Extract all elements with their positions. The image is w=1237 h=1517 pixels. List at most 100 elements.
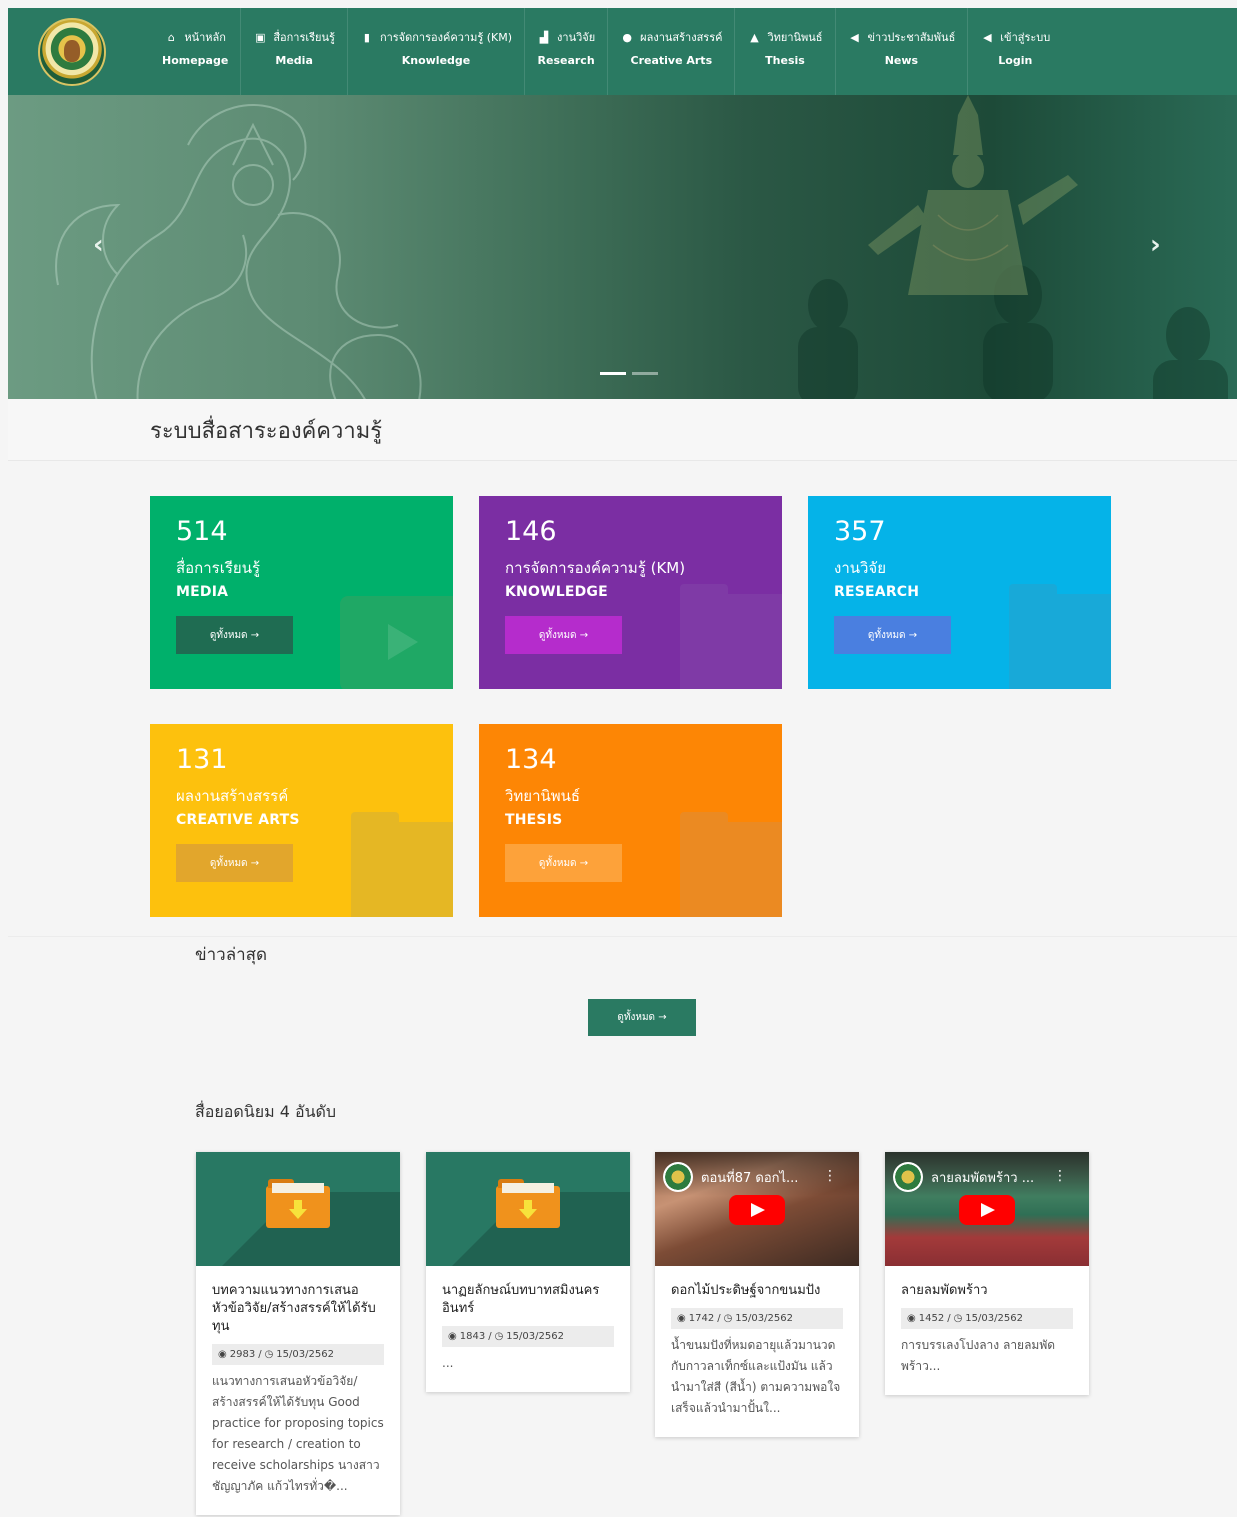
carousel-next-arrow[interactable]: › (1150, 230, 1161, 260)
youtube-video-thumbnail[interactable]: ตอนที่87 ดอกไ... ⋮ (655, 1152, 859, 1266)
home-icon: ⌂ (167, 30, 175, 44)
media-meta: ◉ 1843 / ◷ 15/03/2562 (442, 1326, 614, 1347)
media-card-body: นาฏยลักษณ์บทบาทสมิงนครอินทร์ ◉ 1843 / ◷ … (426, 1266, 630, 1392)
carousel-indicator-2[interactable] (632, 372, 658, 375)
nav-item-thesis[interactable]: ▲ วิทยานิพนธ์ Thesis (734, 8, 834, 95)
eye-icon: ◉ (218, 1349, 227, 1360)
nav-label-th: หน้าหลัก (184, 31, 226, 44)
nav-item-creative-arts[interactable]: ● ผลงานสร้างสรรค์ Creative Arts (607, 8, 734, 95)
channel-avatar[interactable] (663, 1162, 693, 1192)
carousel-indicator-1[interactable] (600, 372, 626, 375)
view-all-thesis-button[interactable]: ดูทั้งหมด → (505, 844, 622, 882)
channel-avatar[interactable] (893, 1162, 923, 1192)
view-all-news-button[interactable]: ดูทั้งหมด → (588, 999, 696, 1036)
view-all-media-button[interactable]: ดูทั้งหมด → (176, 616, 293, 654)
media-thumbnail[interactable] (196, 1152, 400, 1266)
view-count: 1843 (459, 1331, 486, 1342)
stat-label-en: MEDIA (176, 584, 229, 600)
book-icon: ▮ (363, 30, 370, 44)
nav-label-en: News (884, 54, 919, 67)
media-description: น้ำขนมปังที่หมดอายุแล้วมานวดกับกาวลาเท็ก… (671, 1338, 841, 1415)
site-logo[interactable] (38, 18, 106, 86)
folder-watermark-icon (680, 584, 782, 689)
media-description: การบรรเลงโปงลาง ลายลมพัดพร้าว... (901, 1338, 1056, 1373)
section-divider (8, 936, 1237, 937)
view-all-research-button[interactable]: ดูทั้งหมด → (834, 616, 951, 654)
stat-label-th: ผลงานสร้างสรรค์ (176, 787, 289, 805)
more-options-icon[interactable]: ⋮ (823, 1168, 837, 1184)
video-title[interactable]: ตอนที่87 ดอกไ... (701, 1167, 821, 1188)
meta-separator: / (717, 1313, 721, 1324)
meta-separator: / (488, 1331, 492, 1342)
nav-label-en: Media (275, 54, 313, 67)
view-all-creative-arts-button[interactable]: ดูทั้งหมด → (176, 844, 293, 882)
download-arrow-icon (519, 1200, 537, 1219)
media-card[interactable]: บทความแนวทางการเสนอหัวข้อวิจัย/สร้างสรรค… (196, 1152, 400, 1515)
nav-label-th: การจัดการองค์ความรู้ (KM) (379, 31, 513, 44)
latest-news-title: ข่าวล่าสุด (195, 945, 268, 965)
chart-icon: ▟ (539, 30, 549, 44)
clock-icon: ◷ (494, 1331, 504, 1342)
nav-label-en: Creative Arts (630, 54, 713, 67)
media-title[interactable]: บทความแนวทางการเสนอหัวข้อวิจัย/สร้างสรรค… (212, 1282, 384, 1336)
folder-download-icon (496, 1179, 560, 1228)
section-header: ระบบสื่อสาระองค์ความรู้ (8, 399, 1237, 461)
graduation-cap-icon: ▲ (750, 30, 759, 44)
nav-label-th: ผลงานสร้างสรรค์ (640, 31, 723, 44)
youtube-video-thumbnail[interactable]: ลายลมพัดพร้าว ... ⋮ (885, 1152, 1089, 1266)
stat-label-en: KNOWLEDGE (505, 584, 608, 600)
nav-label-en: Login (998, 54, 1033, 67)
eye-icon: ◉ (677, 1313, 686, 1324)
carousel-prev-arrow[interactable]: ‹ (93, 230, 104, 260)
nav-item-knowledge[interactable]: ▮ การจัดการองค์ความรู้ (KM) Knowledge (346, 8, 524, 95)
media-card[interactable]: ตอนที่87 ดอกไ... ⋮ ดอกไม้ประดิษฐ์จากขนมป… (655, 1152, 859, 1437)
hero-carousel: ‹ › (8, 95, 1237, 399)
stat-label-th: สื่อการเรียนรู้ (176, 559, 261, 577)
nav-label-en: Knowledge (401, 54, 471, 67)
view-count: 2983 (229, 1349, 256, 1360)
stat-count: 514 (176, 516, 228, 547)
media-title[interactable]: ดอกไม้ประดิษฐ์จากขนมปัง (671, 1282, 843, 1300)
view-count: 1452 (918, 1313, 945, 1324)
youtube-play-icon[interactable] (959, 1195, 1015, 1225)
nav-item-research[interactable]: ▟ งานวิจัย Research (524, 8, 607, 95)
stat-count: 146 (505, 516, 557, 547)
more-options-icon[interactable]: ⋮ (1053, 1168, 1067, 1184)
media-title[interactable]: นาฏยลักษณ์บทบาทสมิงนครอินทร์ (442, 1282, 614, 1318)
popular-media-title: สื่อยอดนิยม 4 อันดับ (195, 1102, 337, 1121)
nav-label-en: Research (537, 54, 595, 67)
youtube-play-icon[interactable] (729, 1195, 785, 1225)
folder-download-icon (266, 1179, 330, 1228)
clock-icon: ◷ (723, 1313, 733, 1324)
nav-label-th: วิทยานิพนธ์ (767, 31, 823, 44)
media-card[interactable]: นาฏยลักษณ์บทบาทสมิงนครอินทร์ ◉ 1843 / ◷ … (426, 1152, 630, 1392)
download-arrow-icon (289, 1200, 307, 1219)
stat-label-th: งานวิจัย (834, 559, 887, 577)
section-title: ระบบสื่อสาระองค์ความรู้ (150, 419, 383, 444)
nav-label-th: ข่าวประชาสัมพันธ์ (867, 31, 956, 44)
media-card-body: ดอกไม้ประดิษฐ์จากขนมปัง ◉ 1742 / ◷ 15/03… (655, 1266, 859, 1437)
stat-label-en: THESIS (505, 812, 563, 828)
video-title[interactable]: ลายลมพัดพร้าว ... (931, 1167, 1051, 1188)
carousel-indicators (600, 372, 658, 375)
nav-item-homepage[interactable]: ⌂ หน้าหลัก Homepage (150, 8, 240, 95)
folder-watermark-icon (680, 812, 782, 917)
view-all-knowledge-button[interactable]: ดูทั้งหมด → (505, 616, 622, 654)
image-icon: ▣ (255, 30, 266, 44)
view-count: 1742 (688, 1313, 715, 1324)
nav-item-media[interactable]: ▣ สื่อการเรียนรู้ Media (240, 8, 347, 95)
media-thumbnail[interactable] (426, 1152, 630, 1266)
stat-card-media: 514 สื่อการเรียนรู้ MEDIA ดูทั้งหมด → (150, 496, 453, 689)
video-play-watermark-icon (340, 596, 453, 689)
publish-date: 15/03/2562 (506, 1331, 564, 1342)
nav-item-news[interactable]: ◀ ข่าวประชาสัมพันธ์ News (834, 8, 968, 95)
clock-icon: ◷ (264, 1349, 274, 1360)
media-card[interactable]: ลายลมพัดพร้าว ... ⋮ ลายลมพัดพร้าว ◉ 1452… (885, 1152, 1089, 1395)
stat-label-en: RESEARCH (834, 584, 920, 600)
nav-label-th: งานวิจัย (557, 31, 596, 44)
stat-label-en: CREATIVE ARTS (176, 812, 300, 828)
nav-item-login[interactable]: ◀ เข้าสู่ระบบ Login (967, 8, 1062, 95)
media-meta: ◉ 1742 / ◷ 15/03/2562 (671, 1308, 843, 1329)
media-title[interactable]: ลายลมพัดพร้าว (901, 1282, 1073, 1300)
top-navbar: ⌂ หน้าหลัก Homepage ▣ สื่อการเรียนรู้ Medi… (8, 8, 1237, 95)
